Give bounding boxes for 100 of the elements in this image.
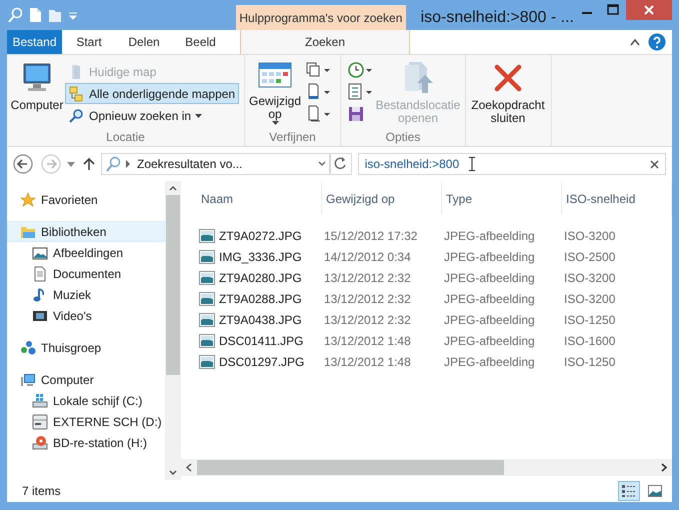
nav-item[interactable]: Bibliotheken xyxy=(7,221,165,242)
network-icon xyxy=(20,340,36,356)
nav-item[interactable]: Documenten xyxy=(7,263,165,284)
nav-item[interactable]: BD-re-station (H:) xyxy=(7,432,165,453)
options-list-icon[interactable] xyxy=(347,83,373,101)
chevron-icon xyxy=(125,160,131,168)
image-file-icon xyxy=(199,312,215,326)
nav-item[interactable]: Lokale schijf (C:) xyxy=(7,390,165,411)
ribbon-tab[interactable]: Zoeken xyxy=(240,30,410,54)
folders-icon xyxy=(69,86,85,102)
ribbon-option[interactable]: Opnieuw zoeken in xyxy=(65,105,240,126)
ribbon-tab[interactable]: Start xyxy=(62,30,116,54)
history-icon[interactable] xyxy=(347,61,373,79)
table-cell-text: 15/12/2012 17:32 xyxy=(323,228,418,244)
table-cell-text: 14/12/2012 0:34 xyxy=(323,248,412,266)
table-cell-text: JPEG-afbeelding xyxy=(443,312,536,328)
image-icon xyxy=(32,244,48,260)
table-cell-text: 13/12/2012 1:48 xyxy=(323,354,412,370)
ribbon-option[interactable]: Alle onderliggende mappen xyxy=(65,83,240,104)
image-file-icon xyxy=(199,292,215,306)
column-header[interactable]: Naam xyxy=(197,183,322,215)
group-label: Verfijnen xyxy=(268,129,317,146)
table-cell-text: ISO-3200 xyxy=(563,290,616,308)
table-cell-text: ISO-2500 xyxy=(563,248,616,266)
ribbon-button[interactable]: Zoekopdracht sluiten xyxy=(468,61,548,125)
group-label: Opties xyxy=(384,129,422,146)
file-name[interactable]: ZT9A0272.JPG xyxy=(219,226,302,244)
nav-item[interactable]: Favorieten xyxy=(7,189,165,210)
table-cell-text: ISO-3200 xyxy=(563,270,616,286)
search-field[interactable]: iso-snelheid:>800 xyxy=(358,153,666,175)
drive-icon xyxy=(32,392,48,408)
caret-icon xyxy=(272,121,278,125)
horizontal-scrollbar[interactable] xyxy=(181,459,672,476)
table-cell-text: 13/12/2012 2:32 xyxy=(323,290,412,308)
file-name[interactable]: DSC01297.JPG xyxy=(219,352,304,370)
table-cell-text: ISO-1600 xyxy=(563,332,616,350)
table-cell-text: JPEG-afbeelding xyxy=(443,332,536,350)
ribbon-tab[interactable]: Delen xyxy=(116,30,172,54)
table-cell-text: JPEG-afbeelding xyxy=(443,354,536,370)
table-cell-text: ISO-1250 xyxy=(563,354,616,370)
star-icon xyxy=(20,192,36,208)
table-cell-text: ISO-3200 xyxy=(563,228,616,244)
ribbon-button[interactable]: Computer xyxy=(9,61,65,112)
nav-item[interactable]: Computer xyxy=(7,369,165,390)
ribbon-tab[interactable]: Beeld xyxy=(172,30,229,54)
clear-icon[interactable] xyxy=(650,160,659,168)
help-icon[interactable] xyxy=(648,33,666,51)
file-name[interactable]: ZT9A0438.JPG xyxy=(219,310,302,328)
address-text: Zoekresultaten vo... xyxy=(137,156,242,173)
image-file-icon xyxy=(199,270,215,284)
close-button[interactable] xyxy=(626,0,672,20)
collapse-icon[interactable] xyxy=(630,38,640,46)
address-field[interactable]: Zoekresultaten vo... xyxy=(101,153,330,175)
refresh-icon[interactable] xyxy=(330,153,352,175)
table-cell-text: JPEG-afbeelding xyxy=(443,248,536,266)
image-icon xyxy=(648,485,662,497)
file-name[interactable]: IMG_3336.JPG xyxy=(219,248,302,266)
column-header[interactable]: ISO-snelheid xyxy=(562,183,672,215)
kind-filter-icon[interactable] xyxy=(305,61,331,79)
search-folder-icon xyxy=(69,108,85,124)
nav-item[interactable]: Thuisgroep xyxy=(7,337,165,358)
file-name[interactable]: ZT9A0280.JPG xyxy=(219,268,302,286)
column-header[interactable]: Type xyxy=(442,183,562,215)
status-text: 7 items xyxy=(22,483,61,500)
group-label: Locatie xyxy=(105,129,146,146)
back-icon[interactable] xyxy=(13,154,33,174)
caret-icon[interactable] xyxy=(67,162,75,166)
list-icon xyxy=(622,485,636,497)
table-cell-text: ISO-1250 xyxy=(563,312,616,328)
scroll-thumb[interactable] xyxy=(166,195,180,375)
close-icon xyxy=(644,5,654,15)
table-cell-text: JPEG-afbeelding xyxy=(443,290,536,308)
contextual-tab-header: Hulpprogramma's voor zoeken xyxy=(236,5,406,30)
image-file-icon xyxy=(199,354,215,368)
caret-icon xyxy=(318,161,326,167)
table-cell-text: JPEG-afbeelding xyxy=(443,270,536,286)
table-cell-text: JPEG-afbeelding xyxy=(443,228,536,244)
details-view-button[interactable] xyxy=(618,481,640,501)
ribbon-button[interactable]: Gewijzigd op xyxy=(247,61,303,125)
scrollbar[interactable] xyxy=(165,181,181,480)
scroll-thumb[interactable] xyxy=(197,460,504,475)
window-title: iso-snelheid:>800 - ... xyxy=(420,8,574,28)
table-cell-text: 13/12/2012 1:48 xyxy=(323,332,412,350)
column-header[interactable]: Gewijzigd op xyxy=(322,183,442,215)
file-name[interactable]: DSC01411.JPG xyxy=(219,332,304,350)
nav-item[interactable]: EXTERNE SCH (D:) xyxy=(7,411,165,432)
image-file-icon xyxy=(199,250,215,264)
nav-item[interactable]: Afbeeldingen xyxy=(7,242,165,263)
image-file-icon xyxy=(199,334,215,348)
file-name[interactable]: ZT9A0288.JPG xyxy=(219,290,302,308)
monitor-icon xyxy=(20,372,36,388)
image-file-icon xyxy=(199,228,215,242)
ribbon-tab[interactable]: Bestand xyxy=(7,30,62,54)
drive-icon xyxy=(32,414,48,430)
nav-item[interactable]: Muziek xyxy=(7,284,165,305)
table-cell-text: 13/12/2012 2:32 xyxy=(323,312,412,328)
nav-item[interactable]: Video's xyxy=(7,305,165,326)
up-arrow-icon[interactable] xyxy=(83,157,95,171)
text-cursor-icon xyxy=(469,157,476,171)
search-icon xyxy=(105,156,121,172)
